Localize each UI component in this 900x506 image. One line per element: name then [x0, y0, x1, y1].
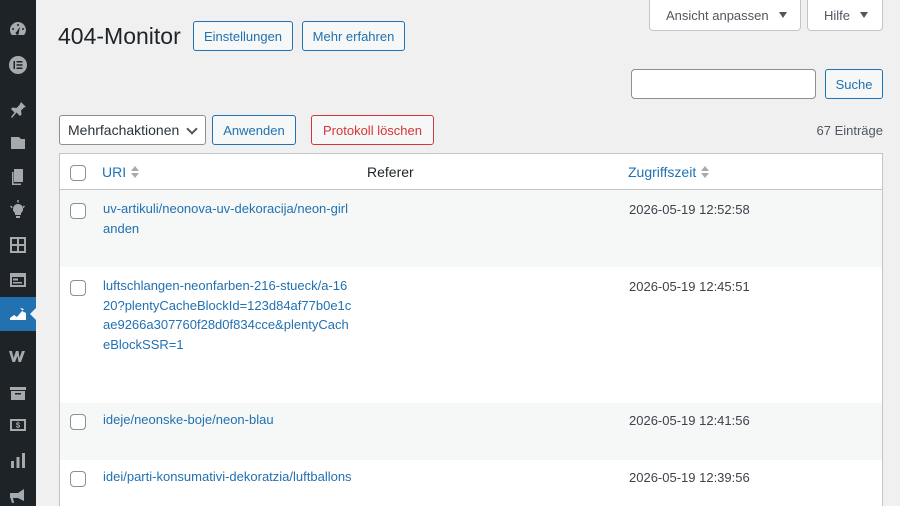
help-label: Hilfe — [824, 7, 851, 23]
row-access-time: 2026-05-19 12:45:51 — [629, 279, 750, 294]
row-checkbox[interactable] — [70, 280, 86, 296]
column-access-time-label: Zugriffszeit — [628, 164, 697, 180]
column-referer-label: Referer — [367, 164, 414, 180]
learn-more-button[interactable]: Mehr erfahren — [302, 21, 405, 51]
megaphone-icon — [10, 489, 24, 503]
bulk-actions-select[interactable]: Mehrfachaktionen — [59, 115, 206, 145]
sidebar-item-media[interactable] — [0, 126, 36, 160]
archive-icon — [10, 387, 26, 400]
sidebar-item-marketing[interactable] — [0, 479, 36, 506]
page-title: 404-Monitor — [58, 23, 181, 49]
entry-count: 67 Einträge — [816, 123, 884, 138]
settings-button[interactable]: Einstellungen — [193, 21, 293, 51]
sidebar-item-redirects[interactable] — [0, 297, 36, 331]
column-header-access-time[interactable]: Zugriffszeit — [628, 154, 710, 190]
row-access-time: 2026-05-19 12:39:56 — [629, 470, 750, 485]
table-row: luftschlangen-neonfarben-216-stueck/a-16… — [60, 267, 882, 403]
sidebar-item-posts[interactable] — [0, 93, 36, 127]
money-icon — [10, 419, 26, 431]
clear-log-button[interactable]: Protokoll löschen — [311, 115, 434, 145]
screen-options-tab[interactable]: Ansicht anpassen — [649, 0, 801, 31]
row-checkbox[interactable] — [70, 414, 86, 430]
elementor-icon — [9, 56, 27, 74]
table-row: idei/parti-konsumativi-dekoratzia/luftba… — [60, 460, 882, 506]
select-all-checkbox[interactable] — [70, 165, 86, 181]
table-row: ideje/neonske-boje/neon-blau 2026-05-19 … — [60, 403, 882, 460]
screen-options-label: Ansicht anpassen — [666, 7, 769, 23]
bulk-actions-value: Mehrfachaktionen — [68, 122, 180, 138]
apply-button[interactable]: Anwenden — [212, 115, 296, 145]
sidebar-item-woocommerce[interactable] — [0, 339, 36, 373]
column-header-uri[interactable]: URI — [102, 154, 140, 190]
row-uri-link[interactable]: idei/parti-konsumativi-dekoratzia/luftba… — [103, 467, 353, 487]
layout-icon — [10, 273, 26, 287]
pin-icon — [11, 102, 26, 118]
row-access-time: 2026-05-19 12:41:56 — [629, 413, 750, 428]
row-uri-link[interactable]: uv-artikuli/neonova-uv-dekoracija/neon-g… — [103, 199, 353, 238]
chevron-down-icon — [186, 123, 198, 135]
analytics-icon — [11, 453, 25, 468]
lightbulb-icon — [10, 200, 25, 218]
row-uri-link[interactable]: luftschlangen-neonfarben-216-stueck/a-16… — [103, 276, 353, 354]
row-checkbox[interactable] — [70, 203, 86, 219]
row-checkbox[interactable] — [70, 471, 86, 487]
column-header-referer: Referer — [367, 154, 414, 190]
woocommerce-icon — [9, 351, 25, 362]
sidebar-item-dashboard[interactable] — [0, 12, 36, 46]
grid-icon — [10, 237, 26, 253]
sidebar-item-templates[interactable] — [0, 263, 36, 297]
sidebar-item-pages[interactable] — [0, 160, 36, 194]
help-tab[interactable]: Hilfe — [807, 0, 883, 31]
media-icon — [11, 137, 25, 149]
row-uri-link[interactable]: ideje/neonske-boje/neon-blau — [103, 410, 353, 430]
caret-down-icon — [860, 12, 869, 18]
sidebar-item-products[interactable] — [0, 376, 36, 410]
table-header: URI Referer Zugriffszeit — [60, 154, 882, 190]
row-access-time: 2026-05-19 12:52:58 — [629, 202, 750, 217]
sidebar-item-ideas[interactable] — [0, 193, 36, 227]
admin-sidebar — [0, 0, 36, 506]
sidebar-item-payments[interactable] — [0, 408, 36, 442]
sidebar-item-elementor[interactable] — [0, 48, 36, 82]
sort-icon — [131, 166, 140, 178]
sidebar-item-analytics[interactable] — [0, 444, 36, 478]
dashboard-icon — [10, 22, 26, 35]
search-button[interactable]: Suche — [825, 69, 883, 99]
pages-icon — [12, 169, 23, 185]
sidebar-item-blocks[interactable] — [0, 228, 36, 262]
table-row: uv-artikuli/neonova-uv-dekoracija/neon-g… — [60, 190, 882, 267]
search-input[interactable] — [631, 69, 816, 99]
sort-icon — [701, 166, 710, 178]
redirect-tool-icon — [10, 308, 26, 320]
log-table: URI Referer Zugriffszeit uv-artikuli/neo… — [59, 153, 883, 506]
caret-down-icon — [778, 12, 787, 18]
column-uri-label: URI — [102, 164, 127, 180]
